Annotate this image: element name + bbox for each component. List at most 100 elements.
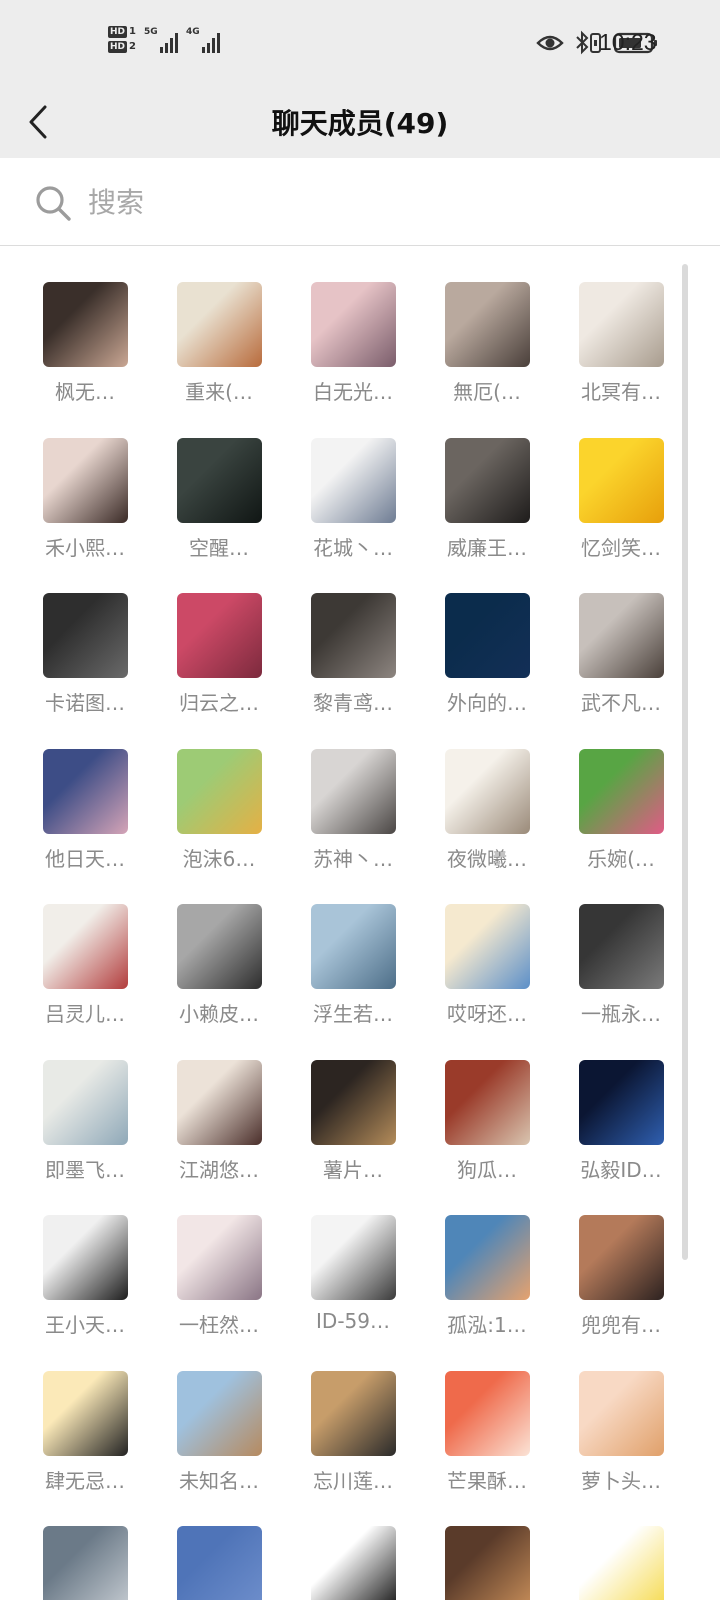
status-bar: HD 1 HD 2 5G 4G 10:23 — [0, 0, 720, 88]
member-avatar[interactable] — [445, 904, 530, 989]
member-avatar[interactable] — [579, 749, 664, 834]
member-avatar[interactable] — [43, 904, 128, 989]
member-avatar[interactable] — [579, 1371, 664, 1456]
search-bar[interactable] — [0, 158, 720, 246]
member-item[interactable]: 即墨飞… — [20, 1024, 150, 1182]
member-avatar[interactable] — [579, 593, 664, 678]
member-avatar[interactable] — [43, 1371, 128, 1456]
member-item[interactable] — [556, 1490, 686, 1600]
member-avatar[interactable] — [311, 1371, 396, 1456]
member-item[interactable]: 未知名… — [154, 1335, 284, 1493]
member-avatar[interactable] — [43, 1060, 128, 1145]
member-avatar[interactable] — [43, 1215, 128, 1300]
member-avatar[interactable] — [579, 282, 664, 367]
member-item[interactable]: 吕灵儿… — [20, 868, 150, 1026]
member-avatar[interactable] — [445, 593, 530, 678]
member-avatar[interactable] — [43, 749, 128, 834]
member-avatar[interactable] — [177, 1371, 262, 1456]
member-item[interactable]: ID-59… — [288, 1179, 418, 1333]
member-item[interactable]: 泡沫6… — [154, 713, 284, 871]
member-item[interactable] — [154, 1490, 284, 1600]
member-avatar[interactable] — [445, 749, 530, 834]
member-item[interactable]: 花城丶… — [288, 402, 418, 560]
member-item[interactable]: 归云之… — [154, 557, 284, 715]
member-item[interactable]: 薯片… — [288, 1024, 418, 1182]
member-avatar[interactable] — [311, 1215, 396, 1300]
member-avatar[interactable] — [311, 1526, 396, 1600]
member-avatar[interactable] — [177, 593, 262, 678]
member-avatar[interactable] — [43, 282, 128, 367]
member-item[interactable] — [288, 1490, 418, 1600]
member-item[interactable]: 乐婉(… — [556, 713, 686, 871]
member-item[interactable]: 武不凡… — [556, 557, 686, 715]
member-item[interactable]: 北冥有… — [556, 246, 686, 404]
member-avatar[interactable] — [311, 749, 396, 834]
member-item[interactable]: 苏神丶… — [288, 713, 418, 871]
member-avatar[interactable] — [445, 1371, 530, 1456]
member-avatar[interactable] — [177, 1060, 262, 1145]
member-item[interactable]: 黎青鸢… — [288, 557, 418, 715]
member-avatar[interactable] — [445, 1060, 530, 1145]
member-avatar[interactable] — [445, 438, 530, 523]
member-item[interactable]: 哎呀还… — [422, 868, 552, 1026]
member-avatar[interactable] — [177, 1215, 262, 1300]
scrollbar[interactable] — [682, 264, 688, 1260]
member-avatar[interactable] — [311, 1060, 396, 1145]
member-item[interactable]: 禾小熙… — [20, 402, 150, 560]
member-avatar[interactable] — [177, 282, 262, 367]
member-item[interactable]: 空醒… — [154, 402, 284, 560]
member-item[interactable]: 一瓶永… — [556, 868, 686, 1026]
member-item[interactable]: 弘毅ID… — [556, 1024, 686, 1182]
member-avatar[interactable] — [177, 749, 262, 834]
member-avatar[interactable] — [579, 904, 664, 989]
member-item[interactable] — [20, 1490, 150, 1600]
member-name: 黎青鸢… — [313, 691, 393, 715]
cellular-5g-signal-icon: 5G — [144, 27, 178, 53]
member-avatar[interactable] — [177, 904, 262, 989]
member-item[interactable]: 忆剑笑… — [556, 402, 686, 560]
member-avatar[interactable] — [579, 438, 664, 523]
search-icon — [36, 186, 71, 221]
member-item[interactable]: 無厄(… — [422, 246, 552, 404]
member-avatar[interactable] — [43, 593, 128, 678]
member-item[interactable]: 重来(… — [154, 246, 284, 404]
member-item[interactable]: 卡诺图… — [20, 557, 150, 715]
member-item[interactable]: 肆无忌… — [20, 1335, 150, 1493]
member-item[interactable]: 外向的… — [422, 557, 552, 715]
member-name: 枫无… — [55, 380, 115, 404]
member-item[interactable]: 狗瓜… — [422, 1024, 552, 1182]
member-avatar[interactable] — [311, 438, 396, 523]
member-avatar[interactable] — [43, 438, 128, 523]
search-input[interactable] — [88, 180, 668, 224]
member-item[interactable]: 威廉王… — [422, 402, 552, 560]
member-avatar[interactable] — [177, 1526, 262, 1600]
member-avatar[interactable] — [579, 1526, 664, 1600]
member-item[interactable]: 萝卜头… — [556, 1335, 686, 1493]
member-avatar[interactable] — [311, 593, 396, 678]
member-avatar[interactable] — [579, 1060, 664, 1145]
member-avatar[interactable] — [445, 1215, 530, 1300]
member-item[interactable]: 孤泓:1… — [422, 1179, 552, 1337]
member-avatar[interactable] — [579, 1215, 664, 1300]
member-item[interactable]: 白无光… — [288, 246, 418, 404]
member-item[interactable]: 他日天… — [20, 713, 150, 871]
member-avatar[interactable] — [43, 1526, 128, 1600]
member-name: 卡诺图… — [45, 691, 125, 715]
member-avatar[interactable] — [445, 1526, 530, 1600]
member-item[interactable]: 江湖悠… — [154, 1024, 284, 1182]
member-item[interactable]: 枫无… — [20, 246, 150, 404]
member-item[interactable]: 王小天… — [20, 1179, 150, 1337]
member-item[interactable]: 浮生若… — [288, 868, 418, 1026]
member-name: 孤泓:1… — [447, 1313, 527, 1337]
member-item[interactable]: 夜微曦… — [422, 713, 552, 871]
member-item[interactable]: 兜兜有… — [556, 1179, 686, 1337]
member-item[interactable]: 忘川莲… — [288, 1335, 418, 1493]
member-avatar[interactable] — [311, 282, 396, 367]
member-avatar[interactable] — [177, 438, 262, 523]
member-item[interactable]: 芒果酥… — [422, 1335, 552, 1493]
member-avatar[interactable] — [311, 904, 396, 989]
member-item[interactable]: 一枉然… — [154, 1179, 284, 1337]
member-avatar[interactable] — [445, 282, 530, 367]
member-item[interactable] — [422, 1490, 552, 1600]
member-item[interactable]: 小赖皮… — [154, 868, 284, 1026]
